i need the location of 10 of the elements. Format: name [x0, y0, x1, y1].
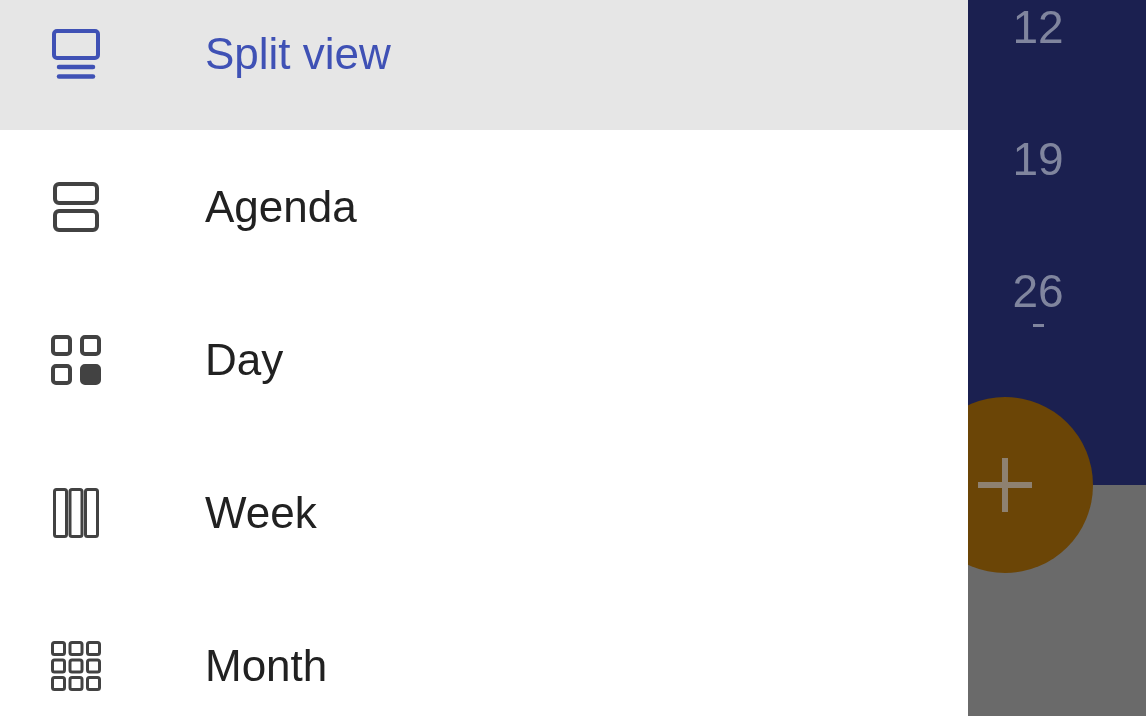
date-number: 12	[1012, 4, 1064, 50]
drawer-item[interactable]: Split view	[0, 0, 968, 130]
plus-icon	[978, 458, 1032, 512]
columns-icon	[53, 487, 99, 538]
stacked-rows-icon	[53, 181, 99, 232]
grid-icon	[51, 334, 101, 385]
date-number: 26	[1012, 268, 1064, 314]
panel-over-lines-icon	[52, 28, 100, 79]
grid-icon	[51, 640, 101, 691]
date-number: 19	[1012, 136, 1064, 182]
